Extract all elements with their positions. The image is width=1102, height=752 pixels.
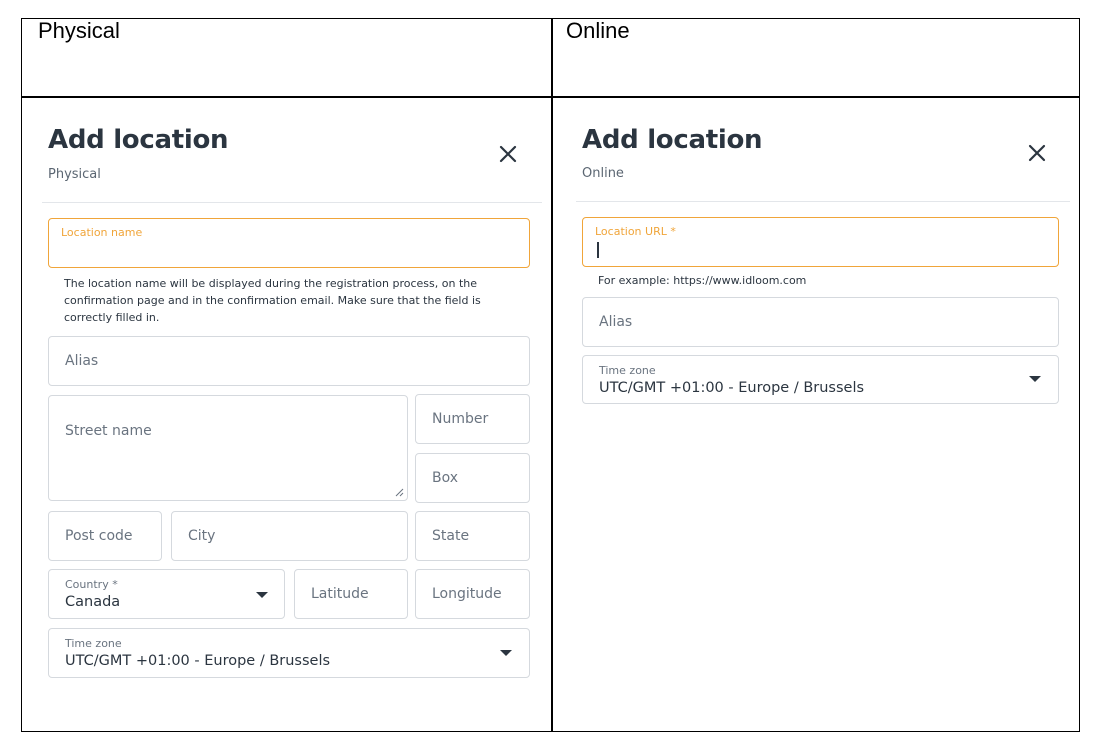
city-input[interactable]: City [171, 511, 408, 561]
state-placeholder: State [432, 528, 470, 544]
alias-placeholder: Alias [65, 353, 99, 369]
city-placeholder: City [188, 528, 216, 544]
time-zone-select[interactable]: Time zone UTC/GMT +01:00 - Europe / Brus… [582, 355, 1059, 404]
number-input[interactable]: Number [415, 394, 530, 444]
number-placeholder: Number [432, 411, 489, 427]
time-zone-label: Time zone [65, 637, 122, 650]
dialog-divider [42, 202, 542, 203]
location-name-field[interactable]: Location name [48, 218, 530, 268]
time-zone-value: UTC/GMT +01:00 - Europe / Brussels [599, 380, 865, 396]
latitude-placeholder: Latitude [311, 586, 369, 602]
country-label: Country * [65, 578, 118, 591]
header-divider [22, 96, 1079, 98]
dialog-divider [576, 201, 1070, 202]
text-cursor [597, 242, 599, 258]
alias-input[interactable]: Alias [48, 336, 530, 386]
location-url-field[interactable]: Location URL * [582, 217, 1059, 267]
close-icon[interactable] [1028, 144, 1046, 162]
dialog-title: Add location [582, 125, 763, 155]
column-divider [551, 19, 553, 731]
longitude-input[interactable]: Longitude [415, 569, 530, 619]
location-name-helper: The location name will be displayed duri… [64, 277, 481, 324]
dialog-subtitle: Online [582, 166, 624, 181]
street-name-textarea[interactable]: Street name [48, 395, 408, 501]
country-select[interactable]: Country * Canada [48, 569, 285, 619]
box-input[interactable]: Box [415, 453, 530, 503]
box-placeholder: Box [432, 470, 459, 486]
state-input[interactable]: State [415, 511, 530, 561]
longitude-placeholder: Longitude [432, 586, 502, 602]
chevron-down-icon [256, 592, 268, 598]
alias-input[interactable]: Alias [582, 297, 1059, 347]
column-header-online: Online [566, 18, 630, 43]
close-icon[interactable] [499, 145, 517, 163]
latitude-input[interactable]: Latitude [294, 569, 408, 619]
location-url-label: Location URL * [595, 225, 676, 238]
time-zone-label: Time zone [599, 364, 656, 377]
resize-handle-icon[interactable] [394, 487, 404, 497]
location-url-helper: For example: https://www.idloom.com [598, 274, 807, 287]
country-value: Canada [65, 594, 121, 610]
dialog-title: Add location [48, 125, 229, 155]
street-name-placeholder: Street name [65, 423, 152, 439]
dialog-subtitle: Physical [48, 167, 101, 182]
location-name-label: Location name [61, 226, 143, 239]
alias-placeholder: Alias [599, 314, 633, 330]
chevron-down-icon [500, 650, 512, 656]
column-header-physical: Physical [38, 18, 120, 43]
post-code-placeholder: Post code [65, 528, 133, 544]
post-code-input[interactable]: Post code [48, 511, 162, 561]
time-zone-value: UTC/GMT +01:00 - Europe / Brussels [65, 653, 331, 669]
chevron-down-icon [1029, 376, 1041, 382]
time-zone-select[interactable]: Time zone UTC/GMT +01:00 - Europe / Brus… [48, 628, 530, 678]
